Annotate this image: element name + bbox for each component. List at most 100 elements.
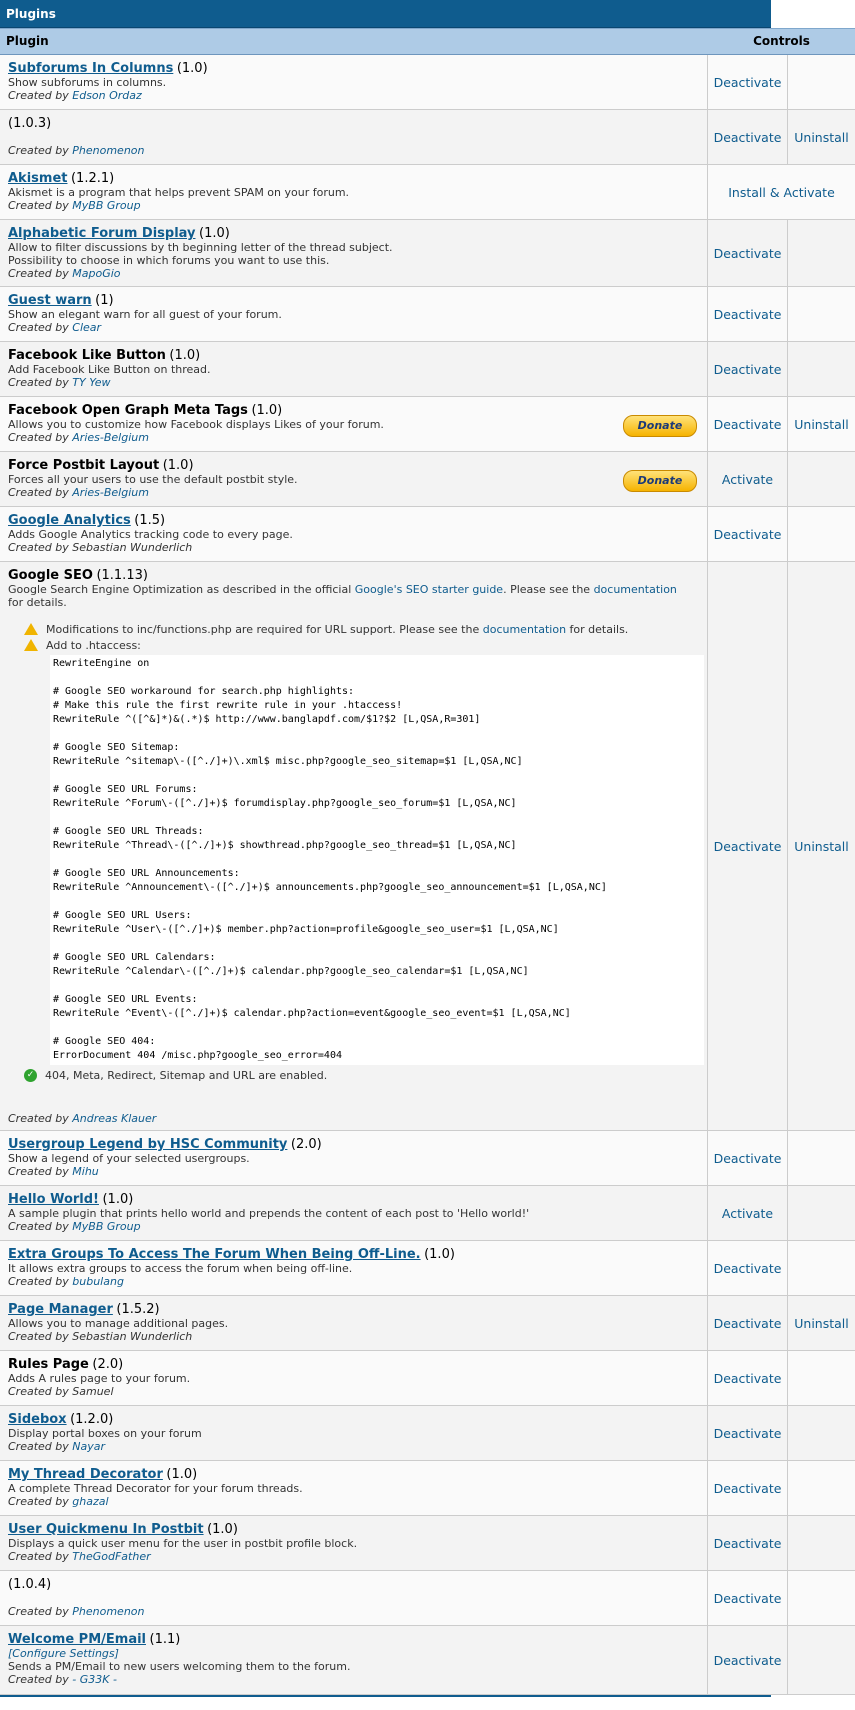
plugin-info: Hello World! (1.0) A sample plugin that …: [0, 1186, 708, 1240]
deactivate-button[interactable]: Deactivate: [714, 1316, 782, 1331]
deactivate-button[interactable]: Deactivate: [714, 1591, 782, 1606]
donate-button[interactable]: Donate: [623, 415, 697, 437]
plugin-author-line: Created by Aries-Belgium: [8, 486, 699, 499]
install-activate-button[interactable]: Install & Activate: [728, 185, 835, 200]
warning-text: Add to .htaccess:: [46, 639, 141, 652]
author-link[interactable]: MyBB Group: [72, 199, 140, 212]
control-cell: [788, 1241, 855, 1295]
plugin-name-link[interactable]: My Thread Decorator: [8, 1467, 163, 1482]
uninstall-button[interactable]: Uninstall: [794, 130, 849, 145]
author-link[interactable]: Phenomenon: [72, 144, 144, 157]
deactivate-button[interactable]: Deactivate: [714, 130, 782, 145]
author-link[interactable]: MapoGio: [72, 267, 120, 280]
author-link[interactable]: Clear: [72, 321, 101, 334]
deactivate-button[interactable]: Deactivate: [714, 1536, 782, 1551]
author-link[interactable]: Aries-Belgium: [72, 486, 149, 499]
plugin-name-link[interactable]: Alphabetic Forum Display: [8, 226, 196, 241]
plugin-row: Guest warn (1) Show an elegant warn for …: [0, 287, 855, 342]
plugin-name-link[interactable]: Usergroup Legend by HSC Community: [8, 1137, 287, 1152]
documentation-link[interactable]: documentation: [483, 623, 566, 636]
deactivate-button[interactable]: Deactivate: [714, 1481, 782, 1496]
plugin-name-link[interactable]: Akismet: [8, 171, 67, 186]
control-cell: Deactivate: [708, 1516, 788, 1570]
plugin-description: Adds Google Analytics tracking code to e…: [8, 528, 293, 541]
warning-icon: [24, 623, 38, 635]
created-by-label: Created by: [8, 1550, 69, 1563]
author-link[interactable]: ghazal: [72, 1495, 108, 1508]
author-link[interactable]: Aries-Belgium: [72, 431, 149, 444]
plugin-name: Google SEO: [8, 568, 93, 583]
author-link[interactable]: Andreas Klauer: [72, 1112, 156, 1125]
plugin-author-line: Created by Phenomenon: [8, 1605, 699, 1618]
plugin-name-link[interactable]: Sidebox: [8, 1412, 67, 1427]
author-link[interactable]: bubulang: [72, 1275, 124, 1288]
plugin-description: [8, 131, 699, 144]
author-link[interactable]: - G33K -: [72, 1673, 117, 1686]
author-link[interactable]: MyBB Group: [72, 1220, 140, 1233]
created-by-label: Created by: [8, 321, 69, 334]
plugin-name-link[interactable]: Hello World!: [8, 1192, 99, 1207]
plugin-description: Show a legend of your selected usergroup…: [8, 1152, 250, 1165]
warning-text: Modifications to inc/functions.php are r…: [46, 623, 628, 636]
plugin-row: Force Postbit Layout (1.0) Forces all yo…: [0, 452, 855, 507]
plugin-name-link[interactable]: Subforums In Columns: [8, 61, 173, 76]
deactivate-button[interactable]: Deactivate: [714, 839, 782, 854]
plugin-name-link[interactable]: Page Manager: [8, 1302, 113, 1317]
control-cell: [788, 220, 855, 286]
activate-button[interactable]: Activate: [722, 1206, 773, 1221]
deactivate-button[interactable]: Deactivate: [714, 1261, 782, 1276]
author-link[interactable]: Mihu: [72, 1165, 99, 1178]
seo-starter-guide-link[interactable]: Google's SEO starter guide: [355, 583, 503, 596]
deactivate-button[interactable]: Deactivate: [714, 362, 782, 377]
plugin-name-link[interactable]: Extra Groups To Access The Forum When Be…: [8, 1247, 421, 1262]
plugin-description: Adds A rules page to your forum.: [8, 1372, 191, 1385]
author-link[interactable]: TheGodFather: [72, 1550, 150, 1563]
plugin-row: Rules Page (2.0) Adds A rules page to yo…: [0, 1351, 855, 1406]
author-link[interactable]: TY Yew: [72, 376, 110, 389]
check-icon: ✓: [24, 1069, 37, 1082]
deactivate-button[interactable]: Deactivate: [714, 527, 782, 542]
plugin-name: Rules Page: [8, 1357, 89, 1372]
plugin-description: Allow to filter discussions by th beginn…: [8, 241, 393, 254]
plugin-name-link[interactable]: Welcome PM/Email: [8, 1632, 146, 1647]
plugin-description: Displays a quick user menu for the user …: [8, 1537, 358, 1550]
plugin-info: Alphabetic Forum Display (1.0) Allow to …: [0, 220, 708, 286]
plugin-name-link[interactable]: Guest warn: [8, 293, 92, 308]
plugin-info: User Quickmenu In Postbit (1.0) Displays…: [0, 1516, 708, 1570]
donate-button[interactable]: Donate: [623, 470, 697, 492]
author-link[interactable]: Nayar: [72, 1440, 105, 1453]
control-cell: Deactivate: [708, 55, 788, 109]
deactivate-button[interactable]: Deactivate: [714, 1371, 782, 1386]
deactivate-button[interactable]: Deactivate: [714, 417, 782, 432]
plugin-author-line: Created by bubulang: [8, 1275, 699, 1288]
plugin-author-line: Created by TheGodFather: [8, 1550, 699, 1563]
control-cell: Uninstall: [788, 1296, 855, 1350]
plugin-version: (1.0): [424, 1247, 455, 1262]
plugin-info: (1.0.3) Created by Phenomenon: [0, 110, 708, 164]
control-cell: [788, 1571, 855, 1625]
plugin-name-link[interactable]: User Quickmenu In Postbit: [8, 1522, 204, 1537]
uninstall-button[interactable]: Uninstall: [794, 1316, 849, 1331]
uninstall-button[interactable]: Uninstall: [794, 417, 849, 432]
plugin-description: Show an elegant warn for all guest of yo…: [8, 308, 282, 321]
plugin-name-link[interactable]: Google Analytics: [8, 513, 131, 528]
uninstall-button[interactable]: Uninstall: [794, 839, 849, 854]
plugin-info: Google Analytics (1.5) Adds Google Analy…: [0, 507, 708, 561]
deactivate-button[interactable]: Deactivate: [714, 246, 782, 261]
plugin-version: (1.5): [134, 513, 166, 528]
created-by-label: Created by: [8, 1673, 69, 1686]
deactivate-button[interactable]: Deactivate: [714, 75, 782, 90]
author-link[interactable]: Phenomenon: [72, 1605, 144, 1618]
plugin-info: Page Manager (1.5.2) Allows you to manag…: [0, 1296, 708, 1350]
documentation-link[interactable]: documentation: [594, 583, 677, 596]
configure-settings-link[interactable]: [Configure Settings]: [8, 1647, 119, 1660]
author-link[interactable]: Edson Ordaz: [72, 89, 142, 102]
deactivate-button[interactable]: Deactivate: [714, 1426, 782, 1441]
control-cell: [788, 1131, 855, 1185]
deactivate-button[interactable]: Deactivate: [714, 1151, 782, 1166]
activate-button[interactable]: Activate: [722, 472, 773, 487]
deactivate-button[interactable]: Deactivate: [714, 307, 782, 322]
deactivate-button[interactable]: Deactivate: [714, 1653, 782, 1668]
plugin-row: My Thread Decorator (1.0) A complete Thr…: [0, 1461, 855, 1516]
control-cell: [788, 507, 855, 561]
